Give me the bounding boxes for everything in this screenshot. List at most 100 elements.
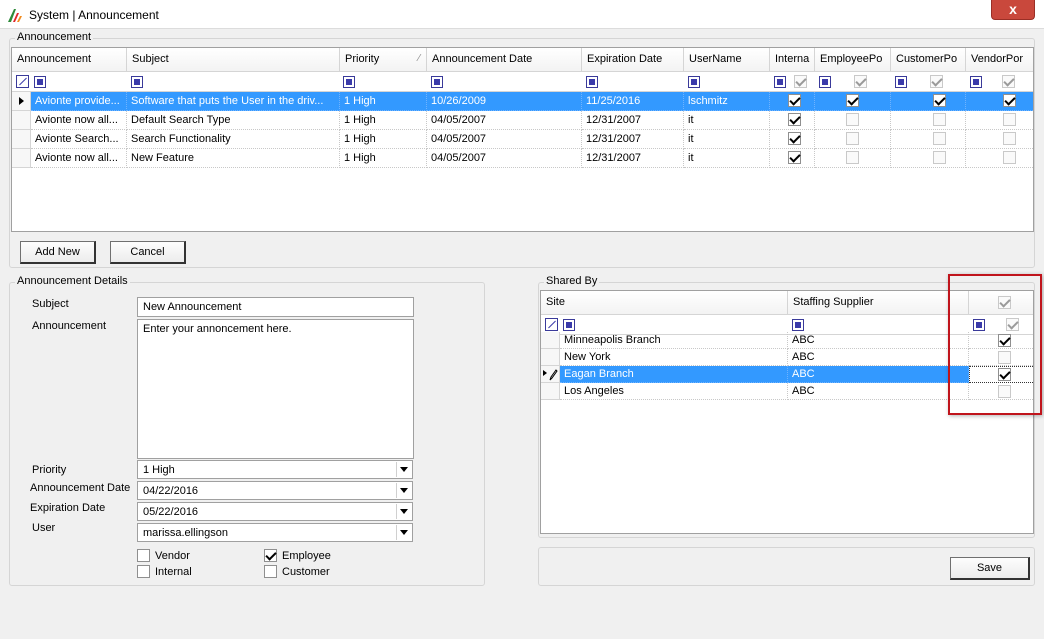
filter-icon[interactable] — [688, 76, 700, 88]
cell-username[interactable]: lschmitz — [684, 92, 770, 111]
cell-subject[interactable]: Search Functionality — [127, 130, 340, 149]
customer-checkbox[interactable] — [933, 132, 946, 145]
cell-username[interactable]: it — [684, 130, 770, 149]
internal-checkbox[interactable] — [788, 132, 801, 145]
cell-announcement[interactable]: Avionte now all... — [31, 149, 127, 168]
col-header-priority[interactable]: Priority ⁄ — [340, 48, 427, 72]
cell-vendor[interactable] — [966, 130, 1033, 149]
cell-priority[interactable]: 1 High — [340, 111, 427, 130]
row-header[interactable] — [12, 111, 31, 130]
cell-expiration-date[interactable]: 11/25/2016 — [582, 92, 684, 111]
cell-announcement[interactable]: Avionte now all... — [31, 111, 127, 130]
cell-customer[interactable] — [891, 111, 966, 130]
col-header-employee-portal[interactable]: EmployeePo — [815, 48, 891, 72]
internal-checkbox[interactable] — [137, 565, 150, 578]
priority-select[interactable]: 1 High — [137, 460, 413, 479]
cell-internal[interactable] — [770, 92, 815, 111]
vendor-checkbox[interactable] — [1003, 151, 1016, 164]
add-new-button[interactable]: Add New — [20, 241, 96, 264]
cell-staffing-supplier[interactable]: ABC — [788, 383, 969, 400]
cell-priority[interactable]: 1 High — [340, 92, 427, 111]
filter-icon[interactable] — [563, 319, 575, 331]
col-header-internal[interactable]: Interna — [770, 48, 815, 72]
clear-filter-icon[interactable] — [16, 75, 29, 88]
cell-customer[interactable] — [891, 149, 966, 168]
cell-internal[interactable] — [770, 111, 815, 130]
cell-priority[interactable]: 1 High — [340, 130, 427, 149]
cell-employee[interactable] — [815, 111, 891, 130]
internal-checkbox[interactable] — [788, 94, 801, 107]
col-header-staffing-supplier[interactable]: Staffing Supplier — [788, 291, 969, 315]
filter-icon[interactable] — [970, 76, 982, 88]
cell-announcement-date[interactable]: 04/05/2007 — [427, 111, 582, 130]
col-header-subject[interactable]: Subject — [127, 48, 340, 72]
col-header-announcement[interactable]: Announcement — [12, 48, 127, 72]
filter-icon[interactable] — [774, 76, 786, 88]
cell-staffing-supplier[interactable]: ABC — [788, 366, 969, 383]
cell-site[interactable]: Minneapolis Branch — [560, 332, 788, 349]
cell-username[interactable]: it — [684, 111, 770, 130]
row-header[interactable] — [541, 366, 560, 383]
row-header[interactable] — [12, 92, 31, 111]
cell-expiration-date[interactable]: 12/31/2007 — [582, 111, 684, 130]
subject-input[interactable]: New Announcement — [137, 297, 414, 317]
close-button[interactable]: x — [991, 0, 1035, 20]
clear-filter-icon[interactable] — [545, 318, 558, 331]
cell-announcement-date[interactable]: 10/26/2009 — [427, 92, 582, 111]
cell-priority[interactable]: 1 High — [340, 149, 427, 168]
row-header[interactable] — [12, 149, 31, 168]
announcement-grid[interactable]: Announcement Subject Priority ⁄ Announcem… — [11, 47, 1034, 232]
cell-customer[interactable] — [891, 92, 966, 111]
employee-checkbox[interactable] — [264, 549, 277, 562]
col-header-vendor-portal[interactable]: VendorPor — [966, 48, 1033, 72]
vendor-checkbox[interactable] — [1003, 94, 1016, 107]
col-header-username[interactable]: UserName — [684, 48, 770, 72]
cell-site[interactable]: New York — [560, 349, 788, 366]
vendor-checkbox[interactable] — [1003, 132, 1016, 145]
cell-employee[interactable] — [815, 130, 891, 149]
filter-icon[interactable] — [431, 76, 443, 88]
vendor-checkbox[interactable] — [1003, 113, 1016, 126]
employee-checkbox[interactable] — [846, 94, 859, 107]
announcement-date-picker[interactable]: 04/22/2016 — [137, 481, 413, 500]
cancel-button[interactable]: Cancel — [110, 241, 186, 264]
chevron-down-icon[interactable] — [396, 462, 411, 477]
col-header-announcement-date[interactable]: Announcement Date — [427, 48, 582, 72]
filter-checkbox[interactable] — [930, 75, 943, 88]
cell-expiration-date[interactable]: 12/31/2007 — [582, 149, 684, 168]
expiration-date-picker[interactable]: 05/22/2016 — [137, 502, 413, 521]
save-button[interactable]: Save — [950, 557, 1030, 580]
cell-username[interactable]: it — [684, 149, 770, 168]
table-row[interactable]: Avionte now all... New Feature 1 High 04… — [12, 149, 1033, 168]
cell-employee[interactable] — [815, 149, 891, 168]
employee-checkbox[interactable] — [846, 132, 859, 145]
filter-checkbox[interactable] — [794, 75, 807, 88]
vendor-checkbox[interactable] — [137, 549, 150, 562]
cell-customer[interactable] — [891, 130, 966, 149]
row-header[interactable] — [12, 130, 31, 149]
row-header[interactable] — [541, 332, 560, 349]
cell-subject[interactable]: Default Search Type — [127, 111, 340, 130]
cell-subject[interactable]: New Feature — [127, 149, 340, 168]
internal-checkbox[interactable] — [788, 113, 801, 126]
cell-site[interactable]: Eagan Branch — [560, 366, 788, 383]
filter-icon[interactable] — [34, 76, 46, 88]
filter-icon[interactable] — [131, 76, 143, 88]
row-header[interactable] — [541, 349, 560, 366]
cell-expiration-date[interactable]: 12/31/2007 — [582, 130, 684, 149]
chevron-down-icon[interactable] — [396, 483, 411, 498]
user-select[interactable]: marissa.ellingson — [137, 523, 413, 542]
cell-staffing-supplier[interactable]: ABC — [788, 332, 969, 349]
customer-checkbox[interactable] — [933, 113, 946, 126]
cell-announcement[interactable]: Avionte Search... — [31, 130, 127, 149]
cell-announcement-date[interactable]: 04/05/2007 — [427, 149, 582, 168]
internal-checkbox[interactable] — [788, 151, 801, 164]
cell-announcement-date[interactable]: 04/05/2007 — [427, 130, 582, 149]
col-header-expiration-date[interactable]: Expiration Date — [582, 48, 684, 72]
chevron-down-icon[interactable] — [396, 504, 411, 519]
filter-checkbox[interactable] — [1002, 75, 1015, 88]
employee-checkbox[interactable] — [846, 151, 859, 164]
cell-vendor[interactable] — [966, 92, 1033, 111]
filter-checkbox[interactable] — [854, 75, 867, 88]
customer-checkbox[interactable] — [933, 151, 946, 164]
